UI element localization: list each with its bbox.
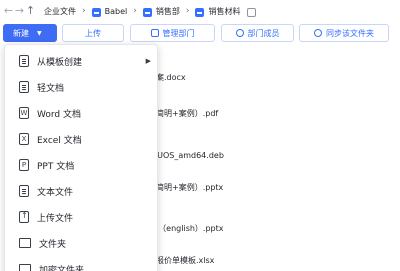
- new-button-label: 新建: [13, 28, 29, 38]
- forward-arrow-icon[interactable]: →: [14, 3, 25, 19]
- breadcrumb-item[interactable]: 销售部: [156, 6, 180, 17]
- ppt-doc-icon: P: [19, 159, 29, 171]
- menu-item-excel-doc[interactable]: X Excel 文档: [5, 126, 159, 152]
- chevron-right-icon: ›: [185, 6, 190, 16]
- department-icon: [150, 29, 159, 37]
- text-file-icon: [19, 185, 29, 197]
- menu-item-label: 从模板创建: [37, 57, 83, 68]
- sync-icon: [314, 29, 322, 37]
- department-members-label: 部门成员: [247, 28, 280, 38]
- menu-item-label: Excel 文档: [37, 135, 82, 146]
- file-name[interactable]: 24（english）.pptx: [148, 223, 224, 234]
- sync-folder-button[interactable]: 同步该文件夹: [299, 24, 389, 42]
- upload-button[interactable]: 上传: [62, 24, 124, 42]
- menu-item-upload-file[interactable]: 上传文件: [5, 204, 159, 230]
- add-member-icon: [235, 29, 244, 37]
- space-icon: [195, 7, 205, 17]
- upload-button-label: 上传: [85, 28, 101, 38]
- encrypted-folder-icon: [19, 264, 31, 271]
- space-icon: [91, 7, 101, 17]
- chevron-right-icon: ›: [133, 6, 137, 16]
- menu-item-light-doc[interactable]: 轻文档: [5, 74, 159, 100]
- chevron-right-icon: ›: [82, 6, 86, 16]
- template-icon: [19, 55, 29, 67]
- back-arrow-icon[interactable]: ←: [3, 3, 14, 19]
- menu-item-encrypted-folder[interactable]: 加密文件夹: [5, 256, 159, 271]
- menu-item-word-doc[interactable]: W Word 文档: [5, 100, 159, 126]
- menu-item-label: Word 文档: [37, 109, 81, 120]
- space-icon: [142, 7, 152, 17]
- toolbar: 新建 ▼ 上传 管理部门 部门成员 同步该文件夹: [0, 23, 400, 43]
- menu-item-label: PPT 文档: [37, 161, 75, 172]
- up-arrow-icon[interactable]: ↑: [25, 3, 36, 19]
- menu-item-label: 轻文档: [37, 83, 65, 94]
- menu-item-label: 文件夹: [39, 239, 67, 250]
- menu-item-text-file[interactable]: 文本文件: [5, 178, 159, 204]
- folder-icon: [19, 238, 31, 248]
- breadcrumb: ← → ↑ 企业文件 › Babel › 销售部 › 销售材料: [0, 0, 400, 22]
- upload-file-icon: [19, 211, 29, 223]
- new-button[interactable]: 新建 ▼: [3, 24, 57, 42]
- breadcrumb-root[interactable]: 企业文件: [44, 6, 76, 17]
- submenu-arrow-icon: ▶: [145, 57, 151, 65]
- breadcrumb-item[interactable]: Babel: [105, 7, 128, 16]
- caret-down-icon: ▼: [37, 29, 42, 37]
- file-name[interactable]: 0_UOS_amd64.deb: [148, 151, 224, 160]
- menu-item-from-template[interactable]: 从模板创建 ▶: [5, 48, 159, 74]
- menu-item-label: 加密文件夹: [39, 265, 85, 271]
- menu-item-folder[interactable]: 文件夹: [5, 230, 159, 256]
- manage-department-button[interactable]: 管理部门: [130, 24, 215, 42]
- manage-department-label: 管理部门: [162, 28, 195, 38]
- menu-item-label: 文本文件: [37, 187, 74, 198]
- file-name[interactable]: （简明+案例）.pptx: [148, 182, 223, 193]
- new-dropdown-menu: 从模板创建 ▶ 轻文档 W Word 文档 X Excel 文档 P PPT 文…: [4, 44, 158, 271]
- copy-link-icon[interactable]: [247, 7, 257, 17]
- excel-doc-icon: X: [19, 133, 29, 145]
- sync-folder-label: 同步该文件夹: [326, 28, 374, 38]
- word-doc-icon: W: [19, 107, 29, 119]
- light-doc-icon: [19, 81, 29, 93]
- department-members-button[interactable]: 部门成员: [221, 24, 294, 42]
- breadcrumb-current: 销售材料: [208, 6, 241, 16]
- menu-item-ppt-doc[interactable]: P PPT 文档: [5, 152, 159, 178]
- menu-item-label: 上传文件: [37, 213, 74, 224]
